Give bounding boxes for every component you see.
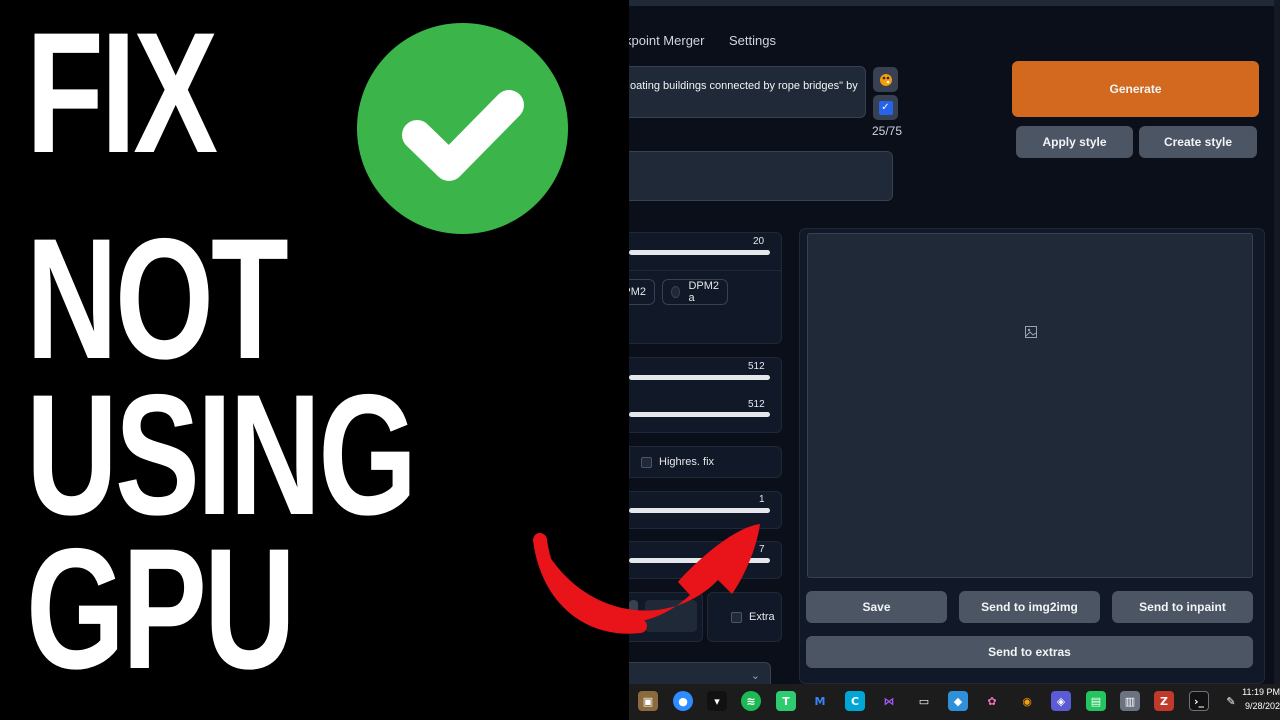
- browser-edge: [629, 0, 1280, 6]
- pen-icon[interactable]: ✎: [1221, 691, 1241, 711]
- token-counter: 25/75: [872, 124, 903, 138]
- divider: [629, 446, 630, 478]
- diamond-app-icon[interactable]: ◆: [948, 691, 968, 711]
- create-style-button[interactable]: Create style: [1139, 126, 1257, 158]
- c-app-icon[interactable]: C: [845, 691, 865, 711]
- app-icon[interactable]: ▾: [707, 691, 727, 711]
- printer-icon[interactable]: ▥: [1120, 691, 1140, 711]
- sampler-option-dpm2a-label: DPM2 a: [688, 280, 719, 304]
- terminal-app-icon[interactable]: T: [776, 691, 796, 711]
- sampler-option-dpm2-label: PM2: [629, 286, 646, 298]
- taskbar: ▣ ● ▾ ≋ T M C ⋈ ▭ ◆ ✿ ◉ ◈ ▤ ▥ Z ›_ ✎ 11:…: [629, 684, 1280, 720]
- highres-fix-label: Highres. fix: [659, 456, 715, 468]
- prompt-input[interactable]: oating buildings connected by rope bridg…: [629, 66, 866, 118]
- window-edge: [1274, 0, 1280, 684]
- tab-checkpoint-merger[interactable]: kpoint Merger: [629, 33, 704, 48]
- paint-palette-icon[interactable]: [873, 67, 898, 92]
- app-green-icon[interactable]: ▤: [1086, 691, 1106, 711]
- zoom-icon[interactable]: ●: [673, 691, 693, 711]
- prompt-text: oating buildings connected by rope bridg…: [630, 80, 858, 92]
- visual-studio-icon[interactable]: ⋈: [879, 691, 899, 711]
- obsidian-icon[interactable]: ◈: [1051, 691, 1071, 711]
- script-dropdown[interactable]: ⌄: [629, 662, 771, 684]
- oculus-icon[interactable]: ▭: [914, 691, 934, 711]
- tab-settings[interactable]: Settings: [729, 33, 776, 48]
- clock-date: 9/28/202: [1244, 701, 1280, 711]
- height-value: 512: [748, 399, 765, 410]
- width-slider[interactable]: [629, 375, 770, 380]
- sampler-option-dpm2[interactable]: PM2: [629, 279, 655, 305]
- radio-dot: [671, 286, 681, 298]
- checkbox: [641, 456, 652, 468]
- highres-fix-checkbox[interactable]: Highres. fix: [641, 456, 714, 468]
- filezilla-icon[interactable]: Z: [1154, 691, 1174, 711]
- spotify-icon[interactable]: ≋: [741, 691, 761, 711]
- checkbox-icon[interactable]: ✓: [873, 95, 898, 120]
- generate-button[interactable]: Generate: [1012, 61, 1259, 117]
- headline-line-fix: FIX: [26, 0, 218, 189]
- color-app-icon[interactable]: ✿: [982, 691, 1002, 711]
- chevron-down-icon: ⌄: [750, 670, 760, 682]
- negative-prompt-input[interactable]: [629, 151, 893, 201]
- headline-line-gpu: GPU: [26, 513, 296, 705]
- steps-slider[interactable]: [629, 250, 770, 255]
- headline-line-using: USING: [26, 359, 417, 551]
- minecraft-icon[interactable]: ▣: [638, 691, 658, 711]
- malwarebytes-icon[interactable]: M: [810, 691, 830, 711]
- blender-icon[interactable]: ◉: [1017, 691, 1037, 711]
- image-output[interactable]: [807, 233, 1253, 578]
- checkmark-icon: [357, 23, 568, 234]
- send-to-img2img-button[interactable]: Send to img2img: [959, 591, 1100, 623]
- steps-value: 20: [753, 236, 765, 247]
- image-placeholder-icon: [1025, 325, 1037, 338]
- height-slider[interactable]: [629, 412, 770, 417]
- send-to-extras-button[interactable]: Send to extras: [806, 636, 1253, 668]
- width-value: 512: [748, 361, 765, 372]
- send-to-inpaint-button[interactable]: Send to inpaint: [1112, 591, 1253, 623]
- apply-style-button[interactable]: Apply style: [1016, 126, 1133, 158]
- headline-line-not: NOT: [26, 203, 289, 395]
- cmd-icon[interactable]: ›_: [1189, 691, 1209, 711]
- clock-time: 11:19 PM: [1242, 687, 1280, 697]
- save-button[interactable]: Save: [806, 591, 947, 623]
- divider: [629, 270, 781, 271]
- sampler-option-dpm2a[interactable]: DPM2 a: [662, 279, 728, 305]
- red-arrow-icon: [533, 524, 760, 634]
